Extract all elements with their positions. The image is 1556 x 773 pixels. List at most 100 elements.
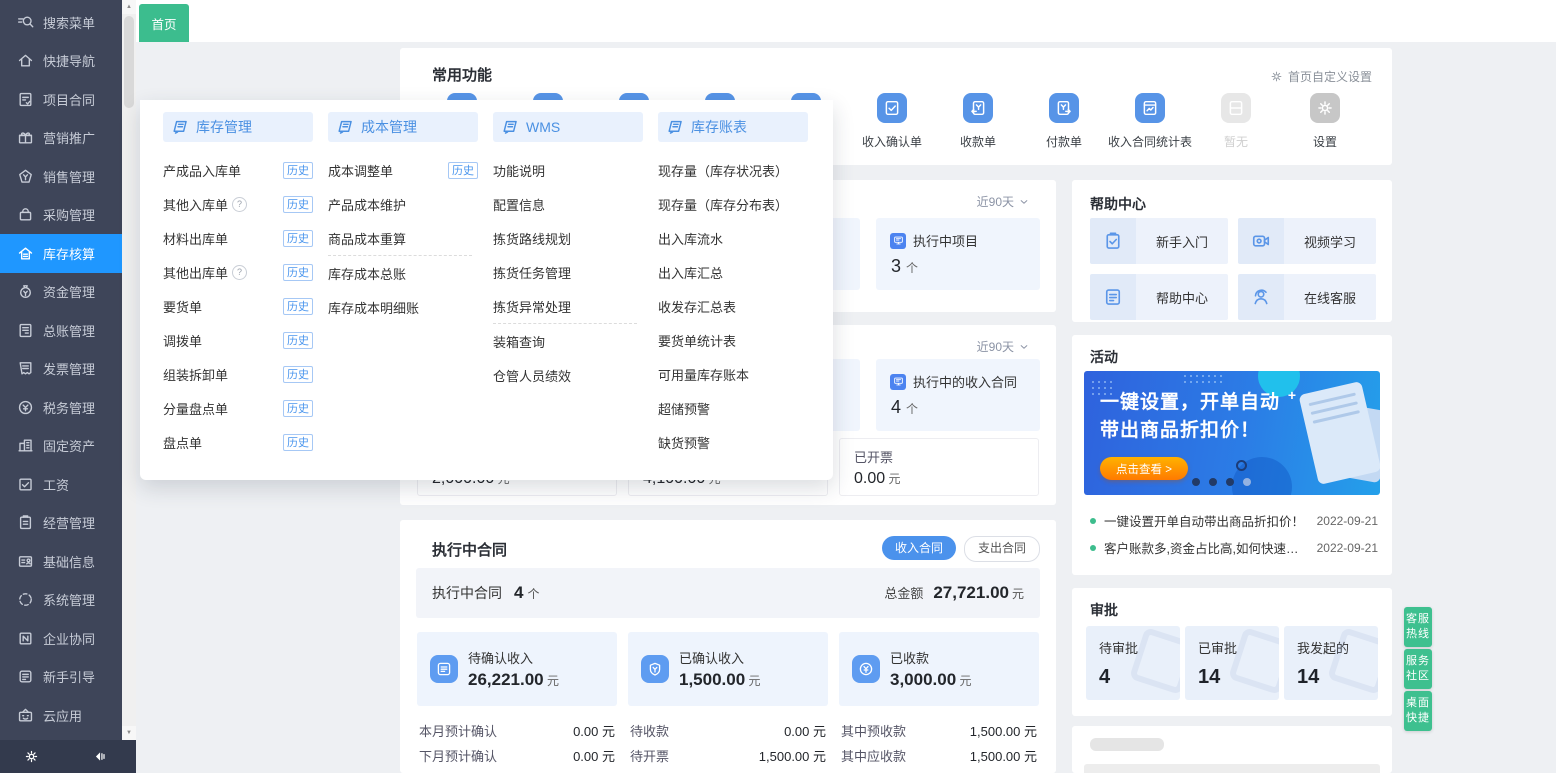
flyout-menu-item[interactable]: 出入库流水: [658, 221, 808, 255]
sidebar-scrollbar[interactable]: ▲ ▼: [122, 0, 136, 740]
quick-access-item-5[interactable]: 收入确认单: [849, 93, 935, 150]
quick-access-item-8[interactable]: 收入合同统计表: [1107, 93, 1193, 150]
flyout-menu-item[interactable]: 分量盘点单历史: [163, 391, 313, 425]
flyout-menu-item[interactable]: 出入库汇总: [658, 255, 808, 289]
history-badge[interactable]: 历史: [283, 434, 313, 451]
history-badge[interactable]: 历史: [283, 332, 313, 349]
sidebar-item-15[interactable]: 系统管理: [0, 581, 122, 620]
flyout-menu-item[interactable]: 拣货路线规划: [493, 221, 643, 255]
scroll-up-icon[interactable]: ▲: [122, 0, 136, 14]
approval-tile[interactable]: 已审批 14: [1185, 626, 1279, 700]
flyout-menu-item[interactable]: 功能说明: [493, 153, 643, 187]
stat-tile-income-contracts[interactable]: 执行中的收入合同 4个: [876, 359, 1040, 431]
flyout-menu-item[interactable]: 其他入库单?历史: [163, 187, 313, 221]
promo-banner[interactable]: 一键设置，开单自动 带出商品折扣价！ + 点击查看 >: [1084, 371, 1380, 495]
flyout-menu-item[interactable]: 配置信息: [493, 187, 643, 221]
flyout-menu-item[interactable]: 超储预警: [658, 391, 808, 425]
flyout-menu-item[interactable]: 收发存汇总表: [658, 289, 808, 323]
help-tile[interactable]: 视频学习: [1238, 218, 1376, 264]
range-selector[interactable]: 近90天: [977, 338, 1030, 355]
contract-stat-tile[interactable]: 已确认收入 1,500.00 元 待收款 0.00 元 待开票 1,500.00…: [628, 632, 828, 768]
sidebar-item-12[interactable]: 工资: [0, 465, 122, 504]
sidebar-item-6[interactable]: 库存核算: [0, 234, 122, 273]
history-badge[interactable]: 历史: [283, 230, 313, 247]
collapse-icon[interactable]: [92, 749, 107, 764]
sidebar-item-3[interactable]: 营销推广: [0, 119, 122, 158]
quick-access-item-7[interactable]: 付款单: [1021, 93, 1107, 150]
scroll-down-icon[interactable]: ▼: [122, 726, 136, 740]
tab-expense-contracts[interactable]: 支出合同: [964, 536, 1040, 562]
flyout-menu-item[interactable]: 组装拆卸单历史: [163, 357, 313, 391]
floating-tab[interactable]: 服务社区: [1404, 649, 1432, 689]
flyout-menu-item[interactable]: 库存成本总账: [328, 256, 478, 290]
help-tile[interactable]: 帮助中心: [1090, 274, 1228, 320]
carousel-dots[interactable]: [1192, 478, 1251, 486]
help-tile[interactable]: 在线客服: [1238, 274, 1376, 320]
stat-tile-projects[interactable]: 执行中项目 3个: [876, 218, 1040, 290]
contract-stat-tile[interactable]: 待确认收入 26,221.00 元 本月预计确认 0.00 元 下月预计确认 0…: [417, 632, 617, 768]
sidebar-item-1[interactable]: 快捷导航: [0, 42, 122, 81]
flyout-menu-item[interactable]: 要货单历史: [163, 289, 313, 323]
flyout-menu-item[interactable]: 商品成本重算: [328, 221, 478, 255]
gear-icon[interactable]: [24, 749, 39, 764]
sidebar-item-17[interactable]: 新手引导: [0, 658, 122, 697]
scrollbar-thumb[interactable]: [124, 16, 134, 108]
flyout-menu-item[interactable]: 仓管人员绩效: [493, 358, 643, 392]
help-tile[interactable]: 新手入门: [1090, 218, 1228, 264]
flyout-menu-item[interactable]: 拣货异常处理: [493, 289, 643, 323]
floating-tab[interactable]: 桌面快捷: [1404, 691, 1432, 731]
history-badge[interactable]: 历史: [448, 162, 478, 179]
tab-income-contracts[interactable]: 收入合同: [882, 536, 956, 560]
flyout-menu-item[interactable]: 盘点单历史: [163, 425, 313, 459]
approval-tile[interactable]: 我发起的 14: [1284, 626, 1378, 700]
sidebar-item-2[interactable]: 项目合同: [0, 80, 122, 119]
sidebar-item-0[interactable]: 搜索菜单: [0, 3, 122, 42]
flyout-menu-item[interactable]: 要货单统计表: [658, 323, 808, 357]
flyout-menu-item[interactable]: 调拨单历史: [163, 323, 313, 357]
flyout-menu-item[interactable]: 产品成本维护: [328, 187, 478, 221]
floating-tab[interactable]: 客服热线: [1404, 607, 1432, 647]
flyout-menu-item[interactable]: 缺货预警: [658, 425, 808, 459]
banner-cta-button[interactable]: 点击查看 >: [1100, 457, 1188, 480]
history-badge[interactable]: 历史: [283, 264, 313, 281]
contract-stat-tile[interactable]: 已收款 3,000.00 元 其中预收款 1,500.00 元 其中应收款 1,…: [839, 632, 1039, 768]
sidebar-item-10[interactable]: 税务管理: [0, 388, 122, 427]
flyout-menu-item[interactable]: 材料出库单历史: [163, 221, 313, 255]
customize-home-button[interactable]: 首页自定义设置: [1270, 68, 1372, 85]
flyout-menu-item[interactable]: 成本调整单历史: [328, 153, 478, 187]
sidebar-item-14[interactable]: 基础信息: [0, 542, 122, 581]
quick-access-title: 常用功能: [432, 64, 492, 85]
sidebar-item-11[interactable]: 固定资产: [0, 427, 122, 466]
range-selector[interactable]: 近90天: [977, 193, 1030, 210]
sidebar-item-8[interactable]: 总账管理: [0, 311, 122, 350]
flyout-menu-item[interactable]: 拣货任务管理: [493, 255, 643, 289]
quick-access-item-6[interactable]: 收款单: [935, 93, 1021, 150]
sidebar-item-13[interactable]: 经营管理: [0, 504, 122, 543]
flyout-menu-item[interactable]: 现存量（库存状况表）: [658, 153, 808, 187]
approval-tile[interactable]: 待审批 4: [1086, 626, 1180, 700]
history-badge[interactable]: 历史: [283, 400, 313, 417]
sidebar-item-7[interactable]: 资金管理: [0, 273, 122, 312]
news-item[interactable]: 一键设置开单自动带出商品折扣价！ 2022-09-21: [1090, 507, 1378, 534]
guide-icon: [17, 668, 34, 685]
flyout-menu-item[interactable]: 装箱查询: [493, 324, 643, 358]
quick-access-item-10[interactable]: 设置: [1282, 93, 1368, 150]
news-item[interactable]: 客户账款多,资金占比高,如何快速回款！ 2022-09-21: [1090, 534, 1378, 561]
sidebar-item-9[interactable]: 发票管理: [0, 350, 122, 389]
history-badge[interactable]: 历史: [283, 298, 313, 315]
sidebar-item-18[interactable]: 云应用: [0, 696, 122, 735]
sidebar-item-16[interactable]: 企业协同: [0, 619, 122, 658]
sidebar-item-4[interactable]: 销售管理: [0, 157, 122, 196]
flyout-menu-item[interactable]: 库存成本明细账: [328, 290, 478, 324]
flyout-menu-item[interactable]: 现存量（库存分布表）: [658, 187, 808, 221]
history-badge[interactable]: 历史: [283, 162, 313, 179]
flyout-menu-item[interactable]: 其他出库单?历史: [163, 255, 313, 289]
quick-access-item-9[interactable]: 暂无: [1193, 93, 1279, 150]
sidebar-item-5[interactable]: 采购管理: [0, 196, 122, 235]
baseinfo-icon: [17, 553, 34, 570]
flyout-menu-item[interactable]: 产成品入库单历史: [163, 153, 313, 187]
flyout-menu-item[interactable]: 可用量库存账本: [658, 357, 808, 391]
tab-home[interactable]: 首页: [139, 4, 189, 42]
history-badge[interactable]: 历史: [283, 366, 313, 383]
history-badge[interactable]: 历史: [283, 196, 313, 213]
